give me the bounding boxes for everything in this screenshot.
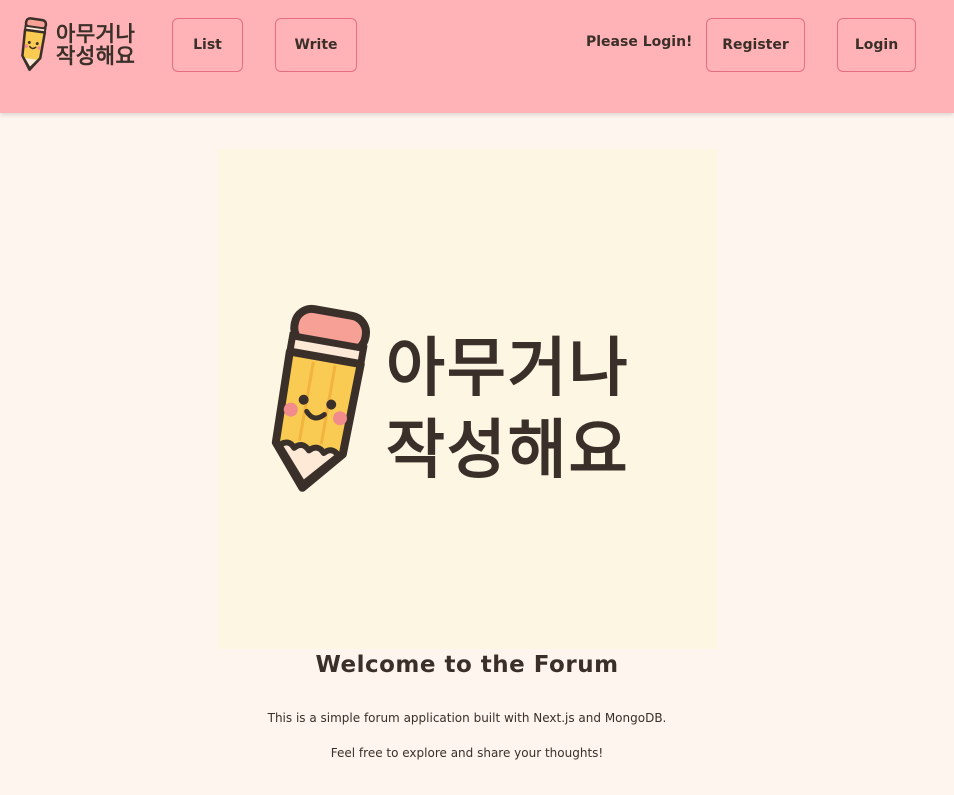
register-button[interactable]: Register bbox=[706, 18, 805, 72]
brand-name-line-1: 아무거나 bbox=[56, 22, 136, 46]
login-prompt-text: Please Login! bbox=[586, 34, 693, 50]
brand-name-line-2: 작성해요 bbox=[56, 44, 136, 68]
invitation-text: Feel free to explore and share your thou… bbox=[330, 746, 604, 760]
hero-title-line-2: 작성해요 bbox=[386, 414, 630, 488]
list-button[interactable]: List bbox=[172, 18, 243, 72]
hero-title-line-1: 아무거나 bbox=[386, 332, 630, 406]
hero-title: 아무거나 작성해요 bbox=[386, 328, 630, 492]
brand-logo-link[interactable]: 아무거나 작성해요 bbox=[18, 16, 135, 74]
brand-name: 아무거나 작성해요 bbox=[56, 23, 135, 67]
login-button[interactable]: Login bbox=[837, 18, 916, 72]
write-button[interactable]: Write bbox=[275, 18, 357, 72]
pencil-mascot-icon bbox=[18, 16, 48, 74]
pencil-mascot-icon bbox=[262, 303, 372, 495]
welcome-heading: Welcome to the Forum bbox=[315, 652, 619, 678]
navbar: 아무거나 작성해요 List Write Please Login! Regis… bbox=[0, 0, 954, 113]
description-text: This is a simple forum application built… bbox=[267, 711, 667, 725]
